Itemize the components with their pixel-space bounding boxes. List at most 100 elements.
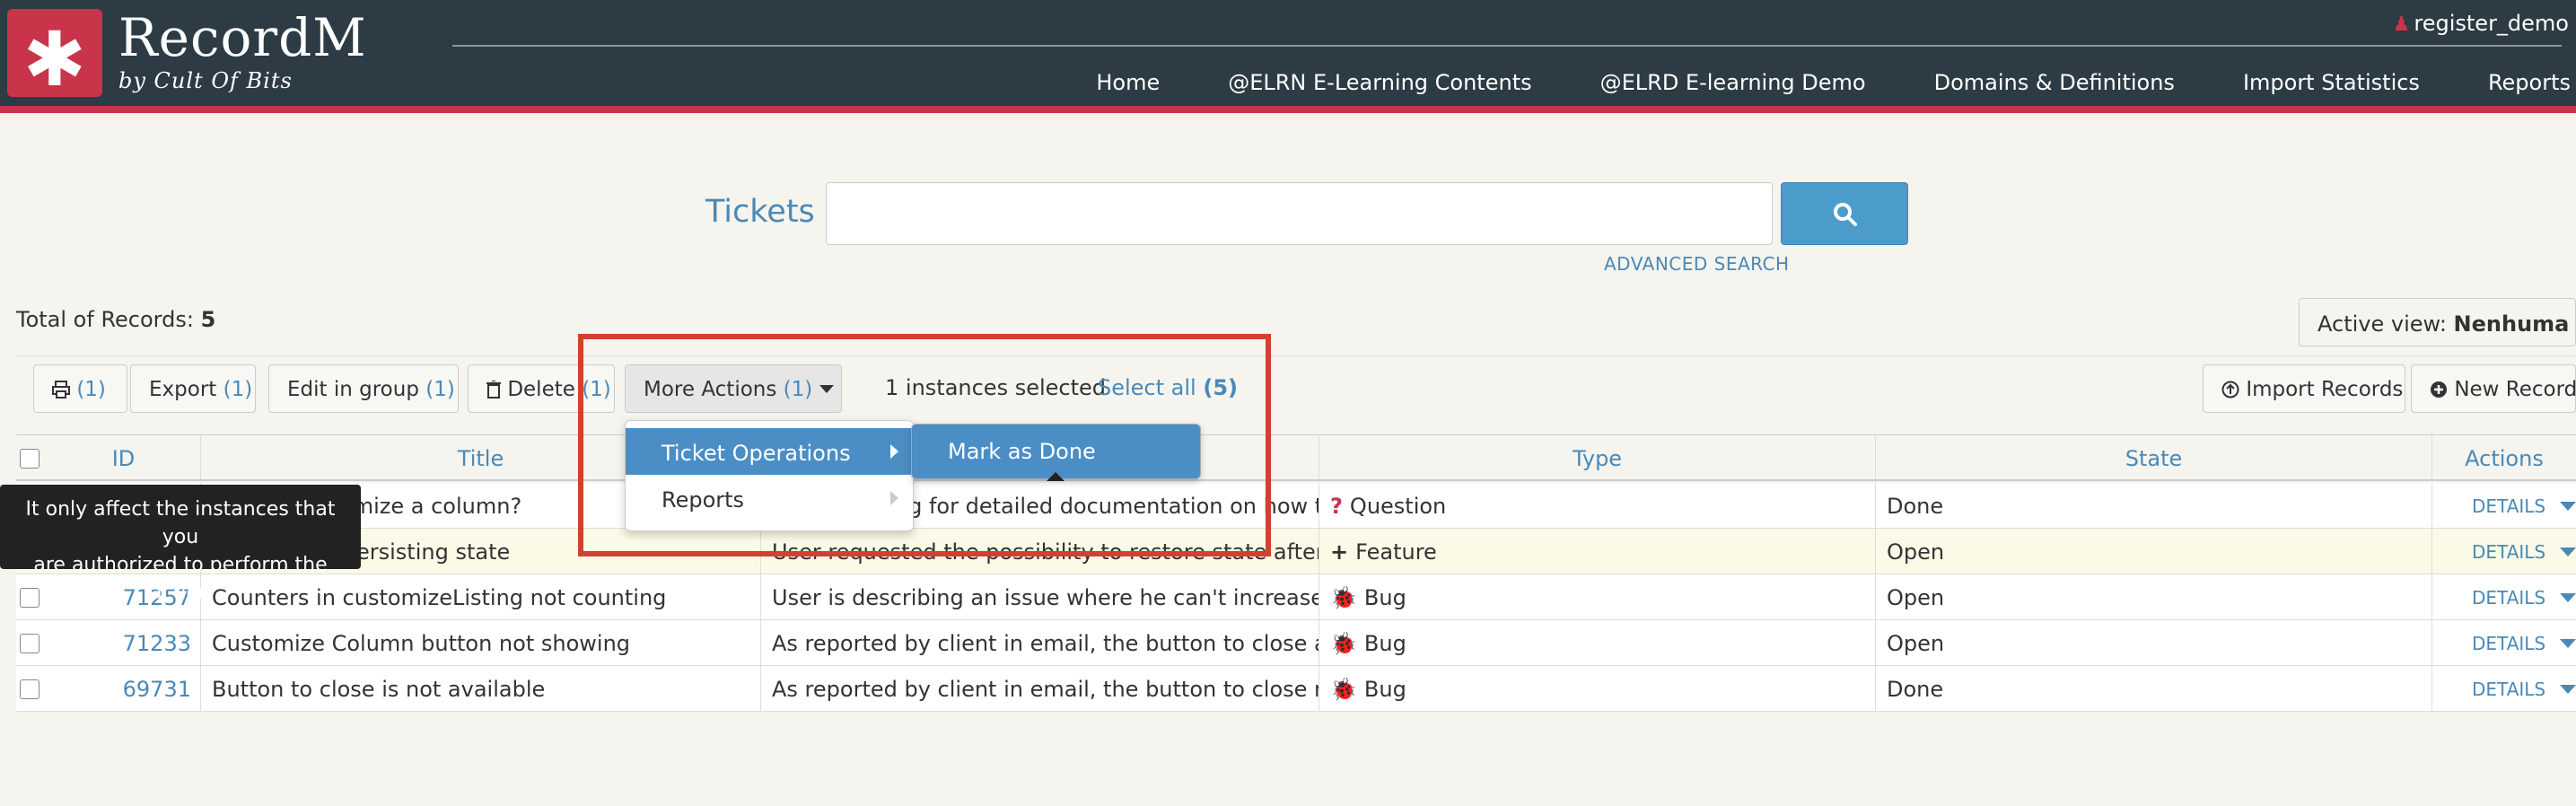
type-label: Bug [1363,585,1406,610]
username: register_demo [2414,11,2569,36]
tooltip-line-2: are authorized to perform the action [33,554,328,604]
cell-type: 🐞 Bug [1319,666,1876,711]
print-count: (1) [76,378,106,401]
cell-state: Done [1876,483,2432,528]
question-icon: ? [1330,494,1343,519]
col-state[interactable]: State [1876,435,2432,479]
cell-type: 🐞 Bug [1319,620,1876,665]
nav-elrd[interactable]: @ELRD E-learning Demo [1600,70,1866,95]
new-record-button[interactable]: New Record [2411,364,2576,413]
search-icon [1834,203,1857,226]
edit-label: Edit in group [287,378,419,401]
total-records: Total of Records: 5 [16,307,215,332]
export-count: (1) [223,378,253,401]
user-icon: ♟ [2392,13,2411,36]
brand-tagline: by Cult Of Bits [118,68,293,93]
highlight-frame [578,334,1271,556]
chevron-down-icon[interactable] [2560,548,2576,556]
cell-action[interactable]: DETAILS [2432,574,2576,619]
trash-icon [486,380,501,399]
details-link[interactable]: DETAILS [2472,495,2545,517]
import-icon [2221,381,2239,399]
nav-reports[interactable]: Reports [2488,70,2571,95]
cell-id[interactable]: 69731 [47,666,201,711]
search-input[interactable] [826,182,1773,245]
main-nav: Home @ELRN E-Learning Contents @ELRD E-l… [1028,70,2576,95]
nav-domains[interactable]: Domains & Definitions [1934,70,2175,95]
total-value: 5 [200,307,216,332]
header-divider [452,45,2562,47]
select-all-cell [16,435,47,479]
cell-title: Customize Column button not showing [201,620,761,665]
search-label: Tickets [705,194,815,230]
details-link[interactable]: DETAILS [2472,587,2545,609]
import-label: Import Records [2246,378,2404,401]
select-all-checkbox[interactable] [20,449,39,469]
col-id[interactable]: ID [47,435,201,479]
new-label: New Record [2454,378,2576,401]
chevron-down-icon[interactable] [2560,639,2576,648]
col-actions: Actions [2465,446,2544,471]
row-select-cell [16,620,47,665]
cell-type: ? Question [1319,483,1876,528]
row-select-cell [16,666,47,711]
brand-name: RecordM [118,7,367,68]
cell-action[interactable]: DETAILS [2432,666,2576,711]
cell-state: Open [1876,574,2432,619]
bug-icon: 🐞 [1330,677,1357,702]
nav-elrn[interactable]: @ELRN E-Learning Contents [1228,70,1531,95]
type-label: Feature [1355,539,1437,565]
type-label: Question [1349,494,1447,519]
chevron-down-icon[interactable] [2560,593,2576,602]
printer-icon [52,381,70,399]
details-link[interactable]: DETAILS [2472,541,2545,563]
nav-import-statistics[interactable]: Import Statistics [2243,70,2420,95]
plus-circle-icon [2431,381,2447,398]
chevron-down-icon[interactable] [2560,685,2576,694]
col-type[interactable]: Type [1319,435,1876,479]
cell-type: + Feature [1319,529,1876,574]
cell-action[interactable]: DETAILS [2432,620,2576,665]
export-label: Export [149,378,217,401]
table-row[interactable]: 71256Request for persisting stateUser re… [16,529,2576,574]
cell-state: Open [1876,529,2432,574]
edit-in-group-button[interactable]: Edit in group (1) [268,364,459,413]
cell-description: User is describing an issue where he can… [761,574,1319,619]
details-link[interactable]: DETAILS [2472,633,2545,654]
app-logo[interactable]: ✱ [7,9,102,103]
type-label: Bug [1363,631,1406,656]
row-checkbox[interactable] [20,679,39,699]
print-button[interactable]: (1) [33,364,127,413]
delete-label: Delete [507,378,575,401]
table-row[interactable]: 71257 Counters in customizeListing not co… [16,574,2576,620]
cell-id[interactable]: 71233 [47,620,201,665]
cell-description: As reported by client in email, the butt… [761,666,1319,711]
table-row[interactable]: 69731 Button to close is not available As … [16,666,2576,712]
cell-state: Open [1876,620,2432,665]
edit-count: (1) [425,378,455,401]
chevron-down-icon[interactable] [2560,502,2576,511]
bug-icon: 🐞 [1330,585,1357,610]
tooltip-line-1: It only affect the instances that you [25,498,336,548]
tooltip: It only affect the instances that you ar… [0,485,361,604]
top-header: ✱ RecordM by Cult Of Bits ♟ register_demo… [0,0,2576,106]
row-checkbox[interactable] [20,634,39,653]
plus-icon: + [1330,539,1349,565]
table-header: ID Title Description Type State Actions [16,434,2576,481]
details-link[interactable]: DETAILS [2472,679,2545,700]
active-view-dropdown[interactable]: Active view: Nenhuma [2299,298,2576,346]
advanced-search-link[interactable]: ADVANCED SEARCH [1604,253,1790,275]
export-button[interactable]: Export (1) [130,364,256,413]
nav-home[interactable]: Home [1096,70,1160,95]
import-records-button[interactable]: Import Records [2203,364,2405,413]
bug-icon: 🐞 [1330,631,1357,656]
user-menu[interactable]: ♟ register_demo [2393,11,2569,36]
table-row[interactable]: 71233 Customize Column button not showing… [16,620,2576,666]
cell-action[interactable]: DETAILS [2432,529,2576,574]
total-label: Total of Records: [16,307,194,332]
cell-state: Done [1876,666,2432,711]
asterisk-icon: ✱ [22,15,87,103]
cell-action[interactable]: DETAILS [2432,483,2576,528]
search-button[interactable] [1781,182,1908,245]
table-row[interactable]: 71258How to customize a column?User is a… [16,483,2576,529]
